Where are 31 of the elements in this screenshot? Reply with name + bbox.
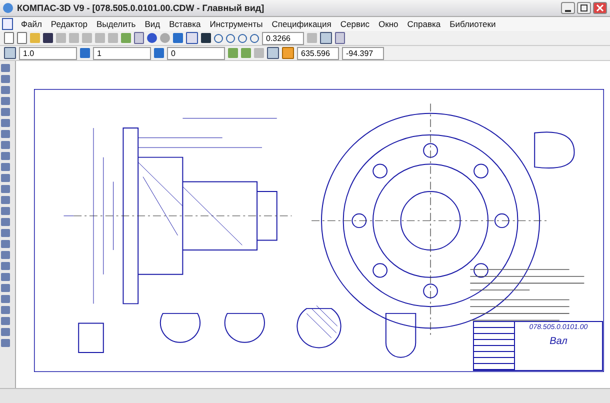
document-icon[interactable] [2, 18, 13, 30]
style-field[interactable]: 0 [167, 46, 225, 60]
scale-field[interactable]: 0.3266 [262, 32, 304, 44]
minimize-button[interactable] [561, 2, 575, 14]
menu-item[interactable]: Окно [374, 19, 402, 29]
toolbar-icon[interactable] [4, 32, 14, 44]
menu-item[interactable]: Файл [17, 19, 46, 29]
y-coordinate-field[interactable]: -94.397 [342, 46, 384, 60]
window-title: КОМПАС-3D V9 - [078.505.0.0101.00.CDW - Главный вид] [17, 3, 266, 13]
menu-item[interactable]: Вставка [165, 19, 205, 29]
x-coordinate-field[interactable]: 635.596 [297, 46, 339, 60]
menu-item[interactable]: Сервис [336, 19, 374, 29]
toolbar-icon[interactable] [186, 32, 198, 44]
maximize-icon [580, 4, 588, 12]
menu-item[interactable]: Выделить [92, 19, 140, 29]
step-field[interactable]: 1.0 [19, 46, 77, 60]
close-icon [596, 4, 604, 12]
close-button[interactable] [593, 2, 607, 14]
part-name-text: Вал [550, 336, 568, 347]
menu-item[interactable]: Спецификация [268, 19, 336, 29]
menu-item[interactable]: Вид [140, 19, 164, 29]
menu-item[interactable]: Библиотеки [446, 19, 500, 29]
maximize-button[interactable] [577, 2, 591, 14]
toolbar-icon[interactable] [134, 32, 144, 44]
toolbar-icon[interactable] [17, 32, 27, 44]
menu-item[interactable]: Редактор [46, 19, 92, 29]
toolbar-icon[interactable] [335, 32, 345, 44]
menu-item[interactable]: Справка [403, 19, 445, 29]
app-logo-icon [3, 3, 13, 13]
layer-field[interactable]: 1 [93, 46, 151, 60]
menu-item[interactable]: Инструменты [206, 19, 267, 29]
